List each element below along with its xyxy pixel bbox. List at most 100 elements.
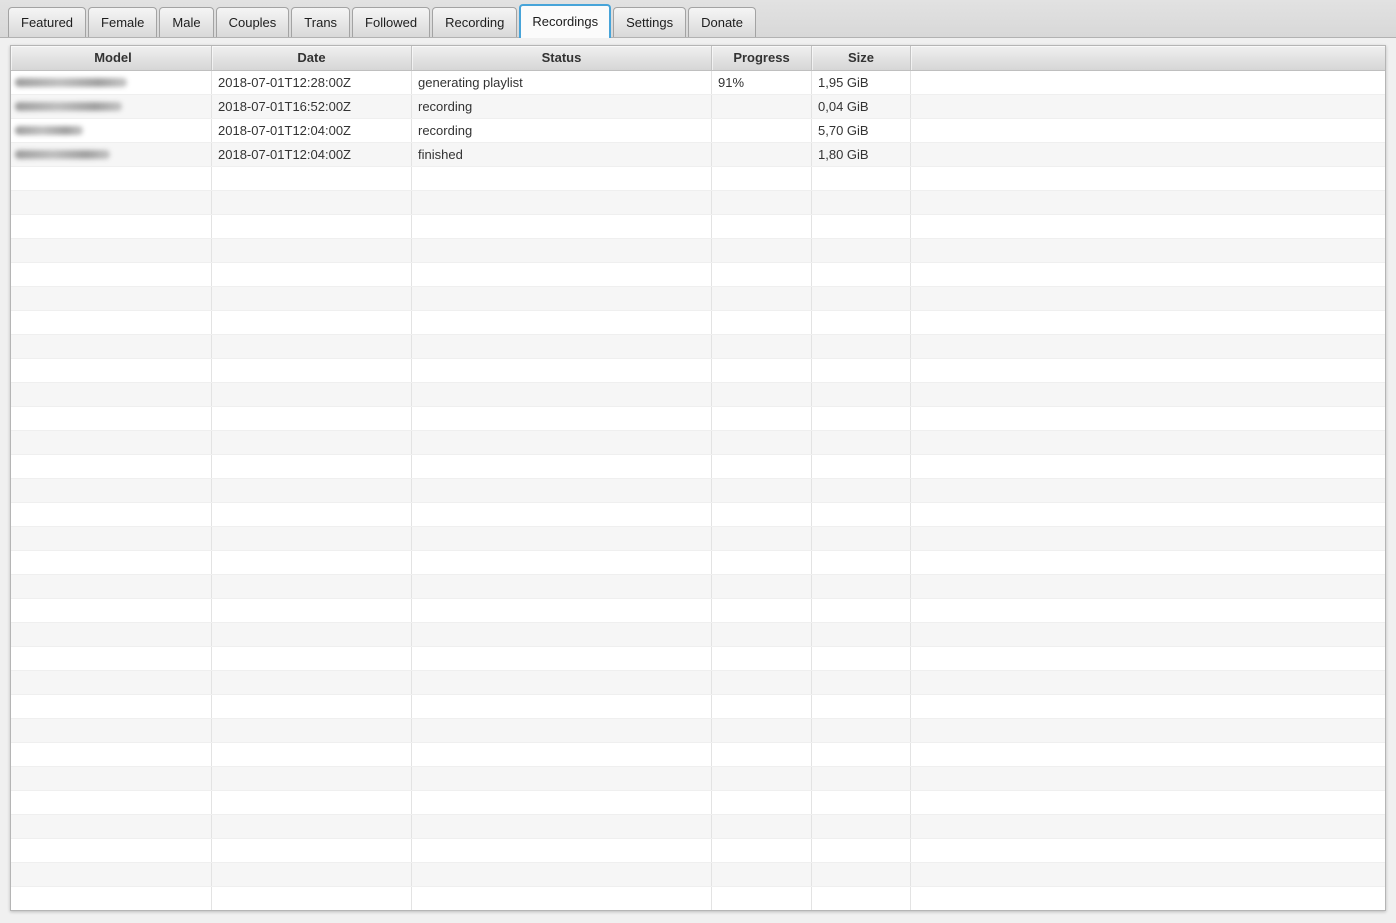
- cell-model: [11, 839, 212, 862]
- empty-table-row[interactable]: [11, 575, 1385, 599]
- tab-male[interactable]: Male: [159, 7, 213, 37]
- cell-blank: [911, 335, 1385, 358]
- empty-table-row[interactable]: [11, 743, 1385, 767]
- cell-status: [412, 167, 712, 190]
- empty-table-row[interactable]: [11, 551, 1385, 575]
- empty-table-row[interactable]: [11, 503, 1385, 527]
- cell-date: [212, 791, 412, 814]
- tab-donate[interactable]: Donate: [688, 7, 756, 37]
- cell-size: [812, 887, 911, 910]
- empty-table-row[interactable]: [11, 215, 1385, 239]
- recordings-table: ModelDateStatusProgressSize 2018-07-01T1…: [10, 45, 1386, 911]
- tab-recordings[interactable]: Recordings: [519, 4, 611, 38]
- cell-date: [212, 599, 412, 622]
- cell-size: [812, 695, 911, 718]
- column-header-date[interactable]: Date: [212, 46, 412, 70]
- tab-couples[interactable]: Couples: [216, 7, 290, 37]
- cell-model: [11, 551, 212, 574]
- empty-table-row[interactable]: [11, 455, 1385, 479]
- empty-table-row[interactable]: [11, 407, 1385, 431]
- empty-table-row[interactable]: [11, 431, 1385, 455]
- empty-table-row[interactable]: [11, 263, 1385, 287]
- empty-table-row[interactable]: [11, 623, 1385, 647]
- cell-status: [412, 719, 712, 742]
- cell-date: [212, 527, 412, 550]
- cell-date: [212, 767, 412, 790]
- cell-blank: [911, 383, 1385, 406]
- content-area: ModelDateStatusProgressSize 2018-07-01T1…: [0, 38, 1396, 923]
- cell-progress: [712, 527, 812, 550]
- table-row[interactable]: 2018-07-01T12:04:00Zrecording5,70 GiB: [11, 119, 1385, 143]
- column-header-status[interactable]: Status: [412, 46, 712, 70]
- cell-progress: [712, 887, 812, 910]
- empty-table-row[interactable]: [11, 599, 1385, 623]
- empty-table-row[interactable]: [11, 359, 1385, 383]
- cell-blank: [911, 839, 1385, 862]
- empty-table-row[interactable]: [11, 671, 1385, 695]
- cell-date: [212, 839, 412, 862]
- cell-size: [812, 815, 911, 838]
- empty-table-row[interactable]: [11, 863, 1385, 887]
- cell-progress: [712, 119, 812, 142]
- empty-table-row[interactable]: [11, 719, 1385, 743]
- table-row[interactable]: 2018-07-01T16:52:00Zrecording0,04 GiB: [11, 95, 1385, 119]
- cell-progress: [712, 215, 812, 238]
- cell-blank: [911, 359, 1385, 382]
- cell-model: [11, 359, 212, 382]
- tab-featured[interactable]: Featured: [8, 7, 86, 37]
- cell-size: [812, 671, 911, 694]
- cell-model: [11, 575, 212, 598]
- cell-blank: [911, 191, 1385, 214]
- cell-progress: [712, 575, 812, 598]
- cell-status: [412, 263, 712, 286]
- cell-progress: [712, 407, 812, 430]
- empty-table-row[interactable]: [11, 695, 1385, 719]
- tab-trans[interactable]: Trans: [291, 7, 350, 37]
- cell-size: [812, 503, 911, 526]
- empty-table-row[interactable]: [11, 479, 1385, 503]
- empty-table-row[interactable]: [11, 239, 1385, 263]
- empty-table-row[interactable]: [11, 767, 1385, 791]
- cell-status: [412, 647, 712, 670]
- cell-model: [11, 407, 212, 430]
- empty-table-row[interactable]: [11, 311, 1385, 335]
- empty-table-row[interactable]: [11, 791, 1385, 815]
- column-header-blank[interactable]: [911, 46, 1385, 70]
- cell-blank: [911, 71, 1385, 94]
- tab-bar: FeaturedFemaleMaleCouplesTransFollowedRe…: [0, 0, 1396, 37]
- cell-size: [812, 263, 911, 286]
- cell-date: [212, 863, 412, 886]
- column-header-progress[interactable]: Progress: [712, 46, 812, 70]
- tab-recording[interactable]: Recording: [432, 7, 517, 37]
- empty-table-row[interactable]: [11, 191, 1385, 215]
- empty-table-row[interactable]: [11, 839, 1385, 863]
- cell-model: [11, 527, 212, 550]
- cell-date: [212, 719, 412, 742]
- tab-followed[interactable]: Followed: [352, 7, 430, 37]
- cell-progress: [712, 815, 812, 838]
- empty-table-row[interactable]: [11, 527, 1385, 551]
- cell-blank: [911, 647, 1385, 670]
- empty-table-row[interactable]: [11, 815, 1385, 839]
- cell-model: [11, 503, 212, 526]
- empty-table-row[interactable]: [11, 335, 1385, 359]
- tab-settings[interactable]: Settings: [613, 7, 686, 37]
- empty-table-row[interactable]: [11, 167, 1385, 191]
- empty-table-row[interactable]: [11, 887, 1385, 910]
- column-header-size[interactable]: Size: [812, 46, 911, 70]
- table-row[interactable]: 2018-07-01T12:04:00Zfinished1,80 GiB: [11, 143, 1385, 167]
- tab-female[interactable]: Female: [88, 7, 157, 37]
- cell-blank: [911, 527, 1385, 550]
- cell-size: [812, 599, 911, 622]
- empty-table-row[interactable]: [11, 383, 1385, 407]
- column-header-model[interactable]: Model: [11, 46, 212, 70]
- cell-date: [212, 239, 412, 262]
- cell-status: [412, 791, 712, 814]
- cell-status: [412, 575, 712, 598]
- empty-table-row[interactable]: [11, 287, 1385, 311]
- cell-date: [212, 623, 412, 646]
- table-row[interactable]: 2018-07-01T12:28:00Zgenerating playlist9…: [11, 71, 1385, 95]
- empty-table-row[interactable]: [11, 647, 1385, 671]
- cell-progress: [712, 143, 812, 166]
- cell-size: 5,70 GiB: [812, 119, 911, 142]
